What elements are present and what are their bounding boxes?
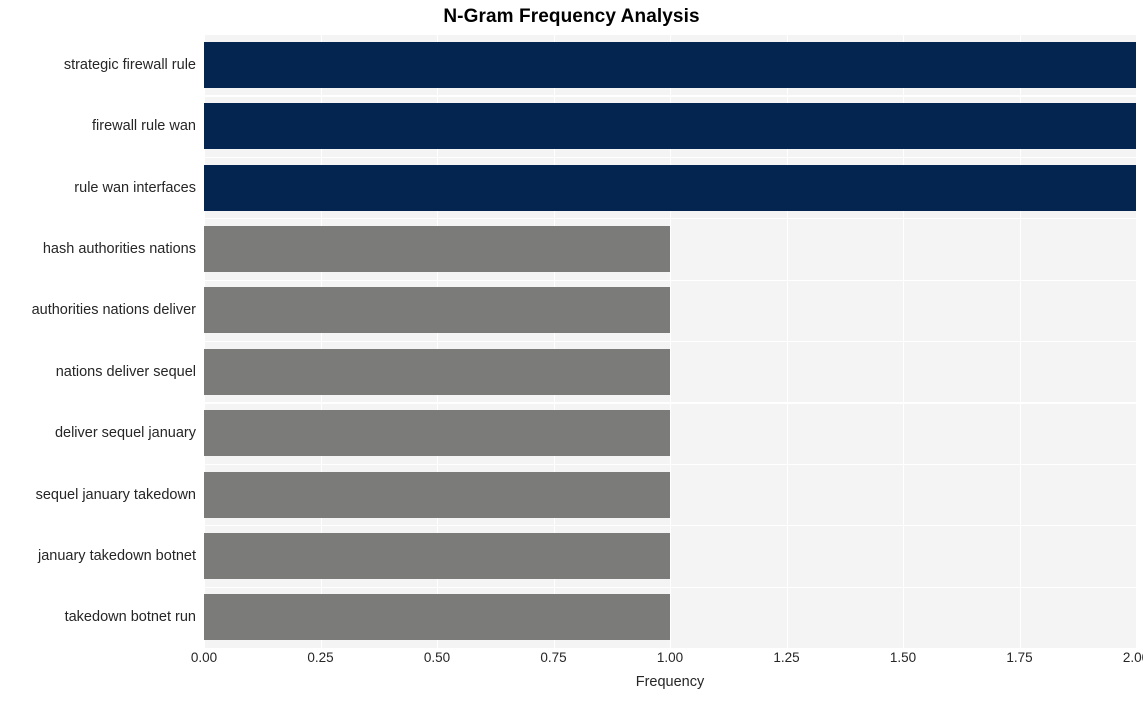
- y-tick-label: takedown botnet run: [64, 609, 196, 626]
- bar: [204, 164, 1136, 211]
- y-tick-label: firewall rule wan: [92, 118, 196, 135]
- bar: [204, 532, 670, 579]
- y-gridline: [204, 218, 1136, 220]
- y-tick-label: january takedown botnet: [38, 547, 196, 564]
- bar: [204, 348, 670, 395]
- x-tick-label: 1.50: [889, 650, 917, 665]
- y-tick-label: rule wan interfaces: [74, 179, 196, 196]
- y-gridline: [204, 95, 1136, 97]
- x-tick-label: 0.00: [190, 650, 218, 665]
- y-gridline: [204, 463, 1136, 466]
- y-gridline: [204, 402, 1136, 404]
- y-tick-label: sequel january takedown: [35, 486, 196, 503]
- y-gridline: [204, 156, 1136, 159]
- y-tick-label: deliver sequel january: [54, 425, 196, 442]
- y-tick-label: nations deliver sequel: [55, 363, 196, 380]
- chart-figure: N-Gram Frequency Analysis strategic fire…: [0, 0, 1143, 701]
- bar: [204, 287, 670, 334]
- x-tick-label: 0.25: [307, 650, 334, 665]
- y-gridline: [204, 525, 1136, 527]
- y-gridline: [204, 341, 1136, 343]
- x-tick-label: 2.00: [1122, 650, 1143, 665]
- bar: [204, 41, 1136, 88]
- y-gridline: [204, 279, 1136, 281]
- bar: [204, 225, 670, 272]
- x-axis-label: Frequency: [635, 674, 705, 690]
- bar: [204, 594, 670, 641]
- x-tick-label: 0.50: [423, 650, 451, 665]
- plot-area: [204, 34, 1136, 648]
- y-gridline: [204, 586, 1136, 588]
- y-axis-tick-labels: strategic firewall rule firewall rule wan…: [0, 34, 196, 648]
- x-tick-label: 1.25: [773, 650, 800, 665]
- y-tick-label: hash authorities nations: [42, 240, 196, 257]
- y-gridline: [204, 34, 1136, 36]
- bar: [204, 471, 670, 518]
- x-tick-label: 1.75: [1006, 650, 1033, 665]
- x-tick-label: 1.00: [656, 650, 684, 665]
- y-tick-label: authorities nations deliver: [31, 302, 196, 319]
- x-tick-label: 0.75: [540, 650, 567, 665]
- bar: [204, 103, 1136, 150]
- bar: [204, 410, 670, 457]
- x-axis-tick-labels: 0.00 0.25 0.50 0.75 1.00 1.25 1.50 1.75 2.00: [0, 650, 1143, 672]
- page-title: N-Gram Frequency Analysis: [443, 6, 700, 27]
- y-tick-label: strategic firewall rule: [63, 56, 196, 73]
